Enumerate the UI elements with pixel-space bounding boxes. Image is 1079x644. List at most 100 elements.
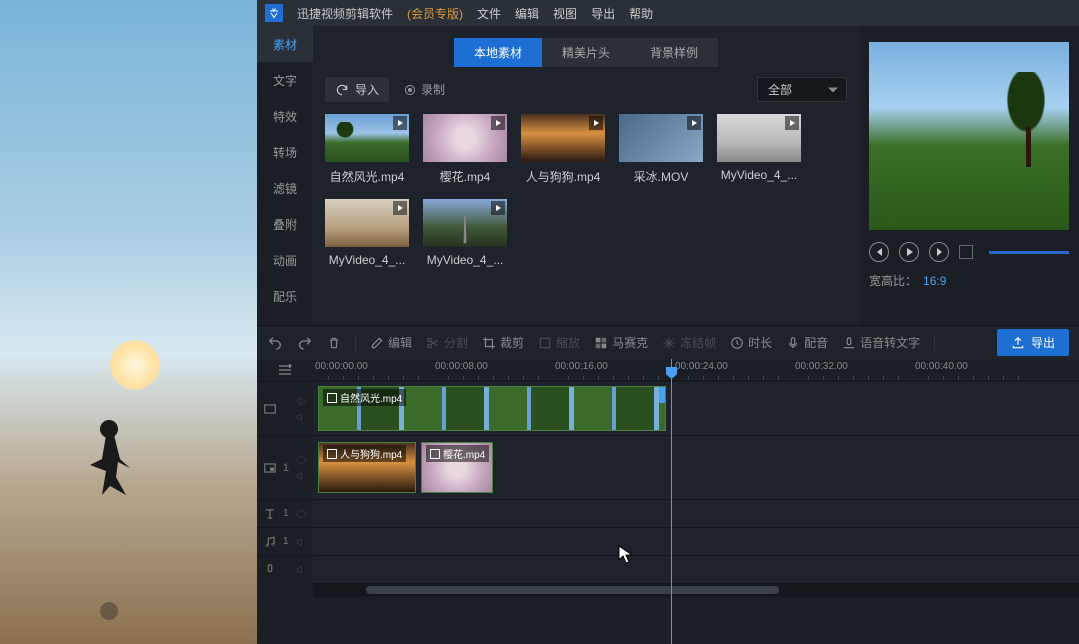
menu-edit[interactable]: 编辑 (515, 5, 539, 22)
next-button[interactable] (929, 242, 949, 262)
timeline-clip[interactable]: 樱花.mp4 (421, 442, 493, 493)
eye-icon[interactable] (295, 508, 307, 520)
edit-button[interactable]: 编辑 (370, 334, 412, 351)
mosaic-button[interactable]: 马赛克 (594, 334, 648, 351)
track-head-text[interactable]: 1 (257, 499, 313, 527)
split-button[interactable]: 分割 (426, 334, 468, 351)
ruler-tick: 00:00:08.00 (435, 361, 488, 372)
speaker-icon[interactable] (295, 411, 307, 423)
export-button[interactable]: 导出 (997, 329, 1069, 356)
track-head-voiceover[interactable] (257, 555, 313, 583)
nav-filter[interactable]: 滤镜 (257, 170, 313, 206)
refresh-icon (335, 83, 349, 97)
import-label: 导入 (355, 81, 379, 98)
play-overlay-icon (589, 116, 603, 130)
eye-icon[interactable] (295, 395, 307, 407)
nav-material[interactable]: 素材 (257, 26, 313, 62)
text-track-num: 1 (283, 508, 289, 519)
filter-select[interactable]: 全部 (757, 77, 847, 102)
playhead[interactable] (671, 359, 672, 644)
tab-background[interactable]: 背景样例 (630, 38, 718, 67)
speaker-icon[interactable] (295, 470, 307, 482)
import-button[interactable]: 导入 (325, 77, 389, 102)
media-item[interactable]: 人与狗狗.mp4 (521, 114, 605, 185)
audio-track[interactable] (313, 527, 1079, 555)
media-grid: 自然风光.mp4 樱花.mp4 人与狗狗.mp4 采冰.MOV MyVideo_4_..… (325, 114, 847, 267)
stt-button[interactable]: 语音转文字 (842, 334, 920, 351)
stop-button[interactable] (959, 245, 973, 259)
media-item[interactable]: 自然风光.mp4 (325, 114, 409, 185)
freeze-button[interactable]: 冻结帧 (662, 334, 716, 351)
undo-button[interactable] (267, 335, 283, 351)
speaker-icon[interactable] (295, 536, 307, 548)
record-button[interactable]: 录制 (405, 81, 445, 98)
eye-icon[interactable] (295, 454, 307, 466)
media-item[interactable]: 采冰.MOV (619, 114, 703, 185)
add-track-button[interactable] (257, 359, 313, 381)
clip-label: 人与狗狗.mp4 (340, 446, 402, 461)
left-nav: 素材 文字 特效 转场 滤镜 叠附 动画 配乐 (257, 26, 313, 325)
progress-bar[interactable] (989, 251, 1069, 254)
preview-viewport[interactable] (869, 42, 1069, 230)
dub-button[interactable]: 配音 (786, 334, 828, 351)
nav-effects[interactable]: 特效 (257, 98, 313, 134)
play-overlay-icon (491, 201, 505, 215)
play-overlay-icon (393, 201, 407, 215)
media-label: 樱花.mp4 (423, 168, 507, 185)
ruler-tick: 00:00:32.00 (795, 361, 848, 372)
ruler-tick: 00:00:40.00 (915, 361, 968, 372)
crop-button[interactable]: 裁剪 (482, 334, 524, 351)
titlebar: 迅捷视频剪辑软件 (会员专版) 文件 编辑 视图 导出 帮助 (257, 0, 1079, 26)
nav-music[interactable]: 配乐 (257, 278, 313, 314)
app-icon (265, 4, 283, 22)
timeline-clip[interactable]: 自然风光.mp4 (318, 386, 666, 431)
media-label: MyVideo_4_... (325, 253, 409, 267)
audio-track-icon (263, 535, 277, 549)
track-headers: 1 1 1 (257, 359, 313, 644)
delete-button[interactable] (327, 336, 341, 350)
scissors-icon (426, 336, 440, 350)
track-head-pip[interactable]: 1 (257, 435, 313, 499)
media-item[interactable]: MyVideo_4_... (423, 199, 507, 267)
app-title: 迅捷视频剪辑软件 (297, 5, 393, 22)
track-head-video[interactable] (257, 381, 313, 435)
timeline-toolbar: 编辑 分割 裁剪 缩放 马赛克 冻结帧 时长 配音 语音转文字 导出 (257, 325, 1079, 359)
speaker-icon[interactable] (295, 564, 307, 576)
play-button[interactable] (899, 242, 919, 262)
voiceover-track[interactable] (313, 555, 1079, 583)
nav-transition[interactable]: 转场 (257, 134, 313, 170)
clip-label: 自然风光.mp4 (340, 390, 402, 405)
media-label: 人与狗狗.mp4 (521, 168, 605, 185)
nav-overlay[interactable]: 叠附 (257, 206, 313, 242)
menu-view[interactable]: 视图 (553, 5, 577, 22)
nav-text[interactable]: 文字 (257, 62, 313, 98)
media-item[interactable]: 樱花.mp4 (423, 114, 507, 185)
audio-track-num: 1 (283, 536, 289, 547)
nav-animation[interactable]: 动画 (257, 242, 313, 278)
media-item[interactable]: MyVideo_4_... (717, 114, 801, 185)
menu-file[interactable]: 文件 (477, 5, 501, 22)
zoom-button[interactable]: 缩放 (538, 334, 580, 351)
menu-export[interactable]: 导出 (591, 5, 615, 22)
aspect-value[interactable]: 16:9 (923, 274, 946, 288)
edit-icon (370, 336, 384, 350)
timeline-tracks[interactable]: 00:00:00.0000:00:08.0000:00:16.0000:00:2… (313, 359, 1079, 644)
track-head-audio[interactable]: 1 (257, 527, 313, 555)
play-overlay-icon (393, 116, 407, 130)
media-item[interactable]: MyVideo_4_... (325, 199, 409, 267)
prev-button[interactable] (869, 242, 889, 262)
pip-track[interactable]: 人与狗狗.mp4 樱花.mp4 (313, 435, 1079, 499)
text-track[interactable] (313, 499, 1079, 527)
time-ruler[interactable]: 00:00:00.0000:00:08.0000:00:16.0000:00:2… (313, 359, 1079, 381)
member-tag: (会员专版) (407, 5, 463, 22)
duration-button[interactable]: 时长 (730, 334, 772, 351)
horizontal-scrollbar[interactable] (313, 583, 1079, 597)
video-track-icon (263, 402, 277, 416)
menu-help[interactable]: 帮助 (629, 5, 653, 22)
timeline-clip[interactable]: 人与狗狗.mp4 (318, 442, 416, 493)
video-track[interactable]: 自然风光.mp4 (313, 381, 1079, 435)
media-label: 采冰.MOV (619, 168, 703, 185)
tab-intro[interactable]: 精美片头 (542, 38, 630, 67)
redo-button[interactable] (297, 335, 313, 351)
tab-local[interactable]: 本地素材 (454, 38, 542, 67)
